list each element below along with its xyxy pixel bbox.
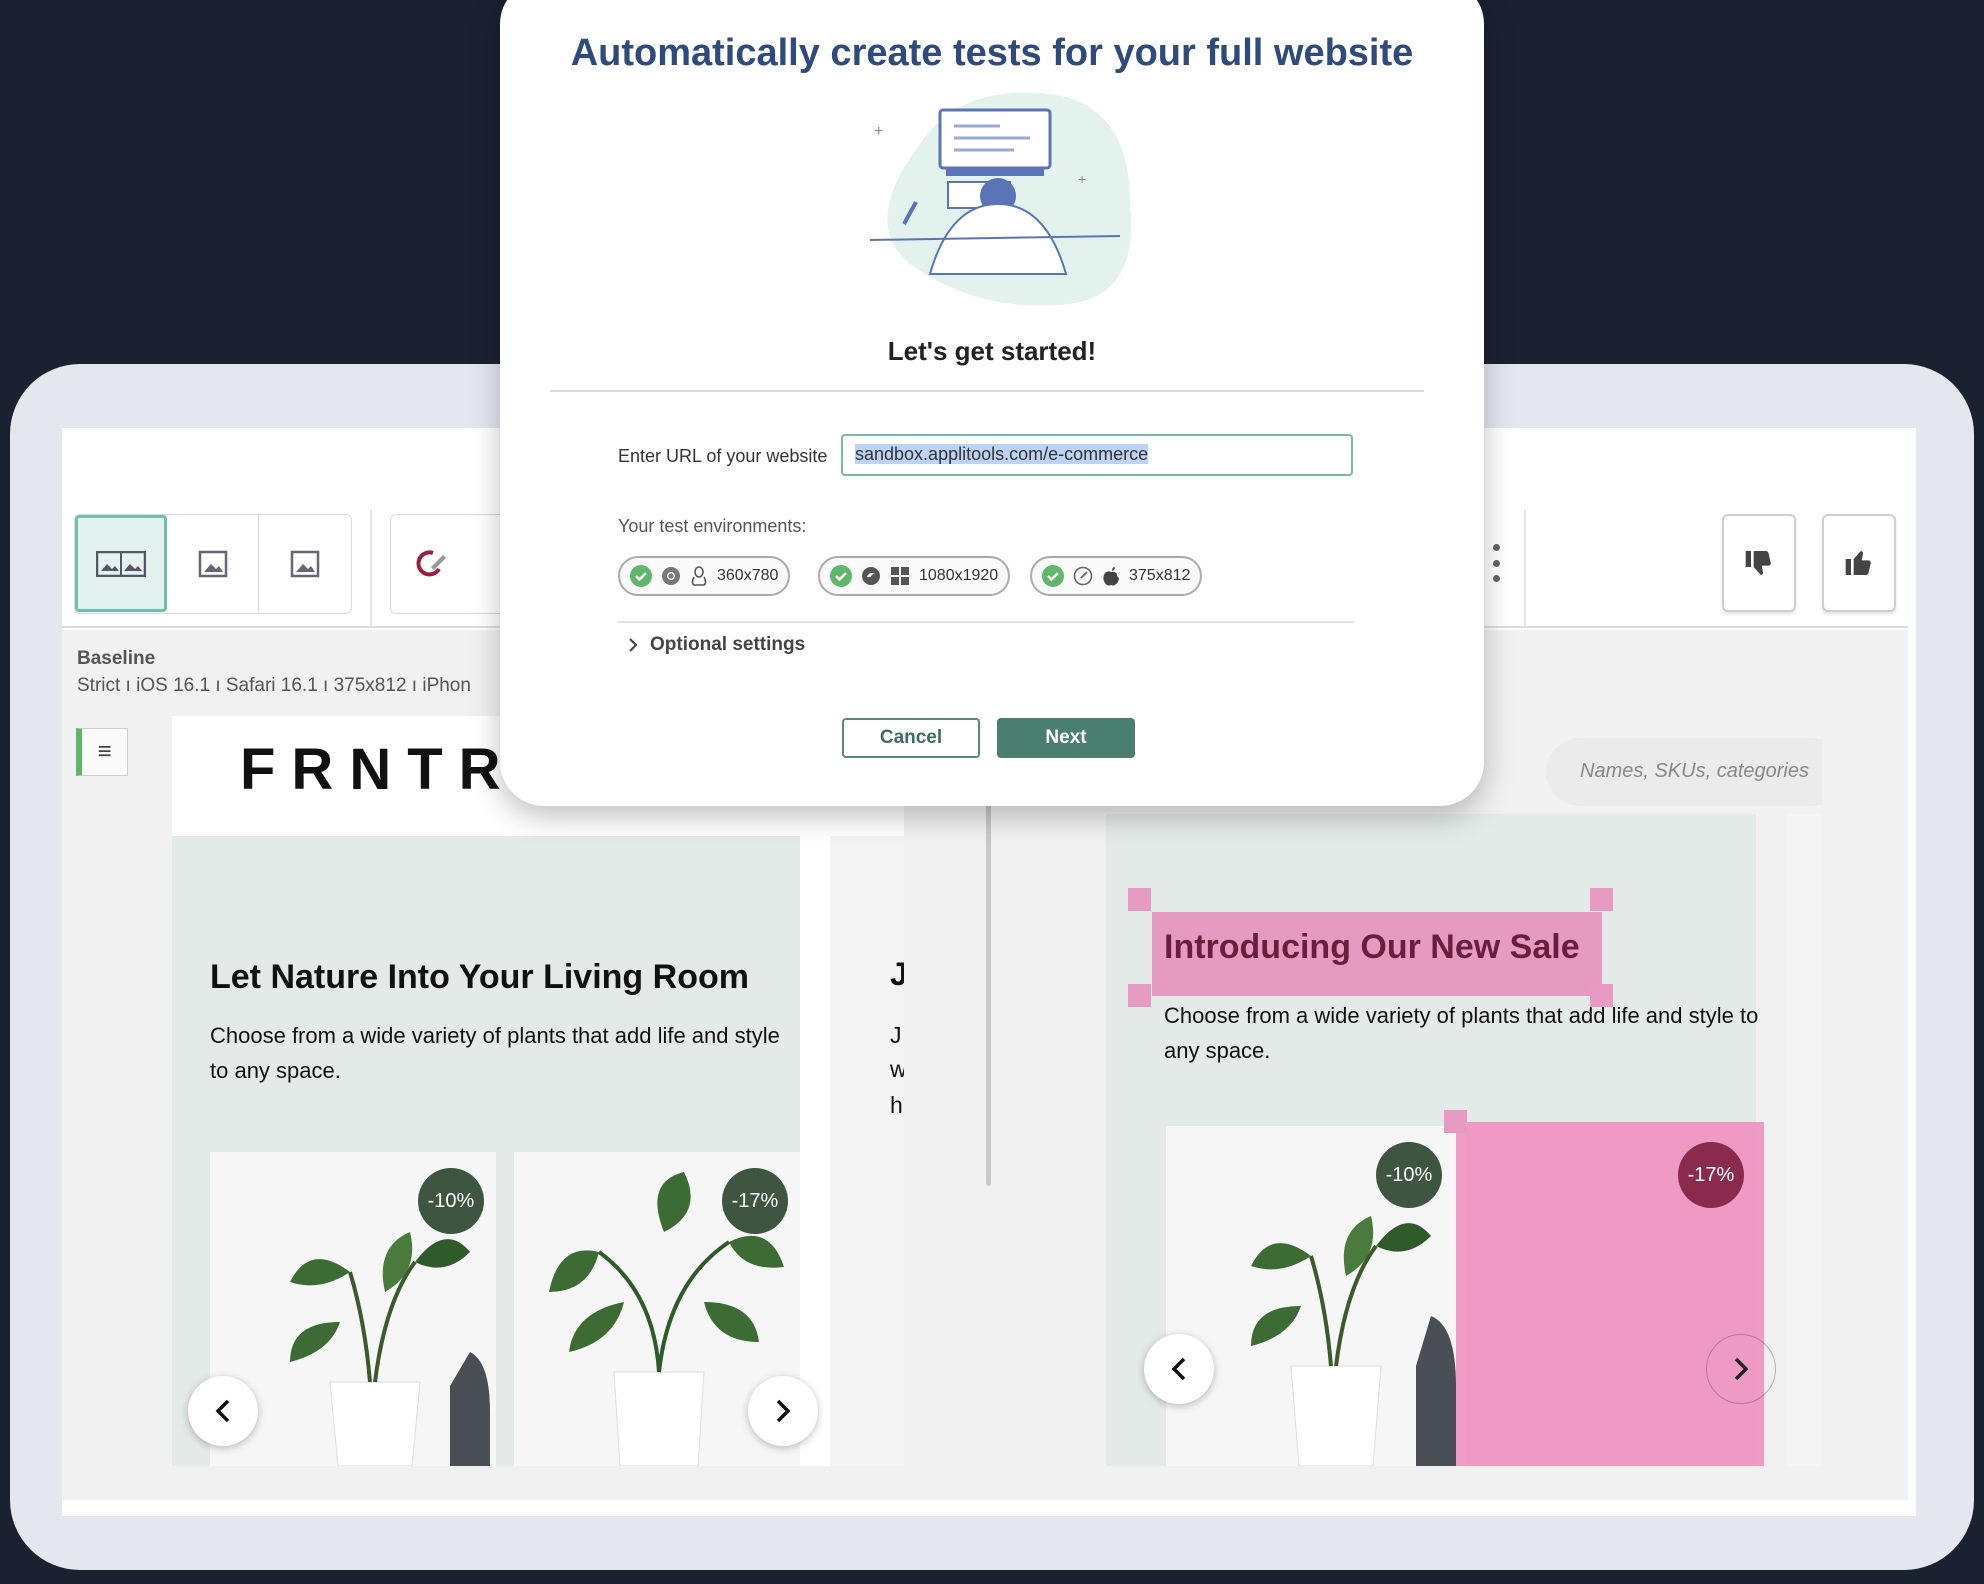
- side-line: w: [890, 1056, 904, 1082]
- create-tests-dialog: Automatically create tests for your full…: [500, 0, 1484, 806]
- resize-handle[interactable]: [1444, 1110, 1467, 1133]
- chevron-left-icon: [215, 1399, 230, 1423]
- url-input-value: sandbox.applitools.com/e-commerce: [855, 444, 1149, 464]
- resize-handle[interactable]: [1128, 984, 1151, 1007]
- resize-handle[interactable]: [1128, 888, 1151, 911]
- carousel-prev-button[interactable]: [188, 1376, 258, 1446]
- toolbar-divider: [370, 510, 372, 628]
- svg-text:+: +: [1078, 171, 1086, 187]
- toolbar-divider: [1524, 510, 1526, 628]
- hero-text: Choose from a wide variety of plants tha…: [1164, 1003, 1759, 1063]
- search-input[interactable]: Names, SKUs, categories: [1546, 738, 1822, 806]
- carousel-next-button[interactable]: [1706, 1334, 1776, 1404]
- cancel-button[interactable]: Cancel: [842, 718, 980, 758]
- environment-chip[interactable]: 375x812: [1030, 556, 1203, 596]
- approve-button[interactable]: [1822, 514, 1896, 612]
- side-title: J: [890, 956, 904, 992]
- safari-icon: [1073, 566, 1093, 586]
- apple-icon: [1103, 567, 1119, 586]
- image-icon: [198, 550, 227, 577]
- side-by-side-view-button[interactable]: [75, 515, 167, 612]
- baseline-meta: Strict ı iOS 16.1 ı Safari 16.1 ı 375x81…: [77, 675, 471, 696]
- baseline-view-button[interactable]: [167, 515, 259, 612]
- hero-title: Introducing Our New Sale: [1164, 928, 1580, 966]
- kebab-icon[interactable]: [1486, 540, 1506, 586]
- optional-settings-toggle[interactable]: Optional settings: [628, 634, 805, 656]
- divider: [550, 390, 1424, 392]
- dialog-subtitle: Let's get started!: [887, 336, 1097, 366]
- chevron-right-icon: [629, 638, 638, 652]
- resize-handle[interactable]: [1590, 984, 1613, 1007]
- environment-chip[interactable]: 360x780: [618, 556, 791, 596]
- chevron-right-icon: [776, 1399, 791, 1423]
- chevron-left-icon: [1171, 1357, 1186, 1381]
- linux-icon: [691, 566, 707, 586]
- discount-badge: -17%: [722, 1168, 788, 1234]
- hero-section: Introducing Our New Sale Choose from a w…: [1106, 814, 1776, 1466]
- windows-icon: [891, 567, 909, 585]
- svg-text:+: +: [874, 123, 883, 140]
- url-label: Enter URL of your website: [618, 446, 828, 466]
- baseline-page: FRNTR Let Nature Into Your Living Room C…: [172, 716, 904, 1466]
- discount-badge: -10%: [418, 1168, 484, 1234]
- thumbs-up-icon: [1845, 551, 1871, 575]
- side-line: h: [890, 1092, 903, 1118]
- resize-handle[interactable]: [1590, 888, 1613, 911]
- reject-button[interactable]: [1722, 514, 1796, 612]
- environment-resolution: 360x780: [717, 567, 779, 584]
- next-slide-card: J J w h: [830, 836, 904, 1466]
- check-circle-icon: [1042, 565, 1064, 587]
- url-input[interactable]: sandbox.applitools.com/e-commerce: [841, 434, 1353, 476]
- carousel-prev-button[interactable]: [1144, 1334, 1214, 1404]
- next-slide-card: [1786, 814, 1822, 1466]
- hero-text: Choose from a wide variety of plants tha…: [210, 1023, 780, 1083]
- view-mode-group: [74, 514, 352, 614]
- annotation-group: [390, 514, 510, 614]
- checkpoint-page: Names, SKUs, categories Introducing Our …: [1094, 716, 1822, 1466]
- image-icon: [290, 550, 320, 577]
- check-circle-icon: [830, 565, 852, 587]
- chrome-icon: [662, 567, 680, 585]
- thumbs-down-icon: [1745, 551, 1771, 575]
- discount-badge: -17%: [1678, 1142, 1744, 1208]
- hero-section: Let Nature Into Your Living Room Choose …: [172, 836, 818, 1466]
- edge-icon: [862, 567, 880, 585]
- side-by-side-icon: [96, 550, 146, 577]
- divider: [618, 621, 1354, 623]
- side-line: J: [890, 1022, 902, 1048]
- chevron-right-icon: [1734, 1357, 1749, 1381]
- carousel-next-button[interactable]: [748, 1376, 818, 1446]
- menu-icon: ≡: [97, 738, 112, 765]
- check-circle-icon: [630, 565, 652, 587]
- site-logo: FRNTR: [240, 737, 517, 802]
- discount-badge: -10%: [1376, 1142, 1442, 1208]
- hamburger-menu-button[interactable]: ≡: [76, 728, 128, 776]
- environment-resolution: 375x812: [1129, 567, 1191, 584]
- hero-title: Let Nature Into Your Living Room: [210, 958, 749, 996]
- product-card[interactable]: -10%: [1166, 1126, 1466, 1466]
- next-button[interactable]: Next: [997, 718, 1135, 758]
- baseline-title: Baseline: [77, 648, 156, 669]
- annotate-button[interactable]: [391, 515, 471, 612]
- split-view-divider[interactable]: [986, 796, 991, 1186]
- dialog-title: Automatically create tests for your full…: [570, 32, 1414, 74]
- environments-label: Your test environments:: [618, 516, 807, 536]
- annotate-icon: [416, 549, 446, 576]
- environment-chip[interactable]: 1080x1920: [818, 556, 1011, 596]
- optional-settings-label: Optional settings: [650, 634, 806, 655]
- checkpoint-view-button[interactable]: [259, 515, 351, 612]
- developer-illustration: + +: [869, 92, 1132, 306]
- environment-resolution: 1080x1920: [919, 567, 999, 584]
